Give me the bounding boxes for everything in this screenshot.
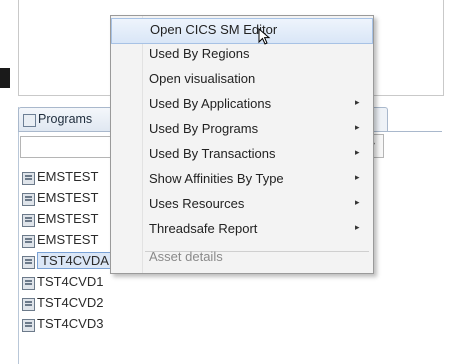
menu-item-used-by-applications[interactable]: Used By Applications ▸ [111, 93, 373, 117]
menu-item-label: Open visualisation [149, 71, 256, 86]
window-edge-marker [0, 68, 10, 88]
list-item-label: TST4CVD3 [37, 316, 104, 331]
menu-item-label: Uses Resources [149, 196, 245, 211]
list-item[interactable]: EMSTEST [22, 189, 122, 209]
menu-item-used-by-transactions[interactable]: Used By Transactions ▸ [111, 143, 373, 167]
menu-item-label: Used By Programs [149, 121, 259, 136]
program-icon [22, 277, 35, 290]
submenu-arrow-icon: ▸ [355, 122, 360, 132]
list-item[interactable]: EMSTEST [22, 168, 122, 188]
program-icon [22, 235, 35, 248]
filter-input[interactable] [20, 136, 122, 158]
menu-item-show-affinities-by-type[interactable]: Show Affinities By Type ▸ [111, 168, 373, 192]
menu-item-label: Used By Regions [149, 46, 250, 61]
list-item[interactable]: TST4CVD2 [22, 294, 122, 314]
list-item-label: TST4CVD1 [37, 274, 104, 289]
list-item[interactable]: TST4CVD1 [22, 273, 122, 293]
program-icon [22, 319, 35, 332]
context-menu: Open CICS SM Editor Used By Regions Open… [110, 15, 374, 274]
program-icon [22, 172, 35, 185]
menu-item-used-by-regions[interactable]: Used By Regions [111, 43, 373, 67]
menu-item-label: Threadsafe Report [149, 221, 258, 236]
list-item[interactable]: EMSTEST [22, 231, 122, 251]
menu-item-label: Used By Applications [149, 96, 272, 111]
menu-item-threadsafe-report[interactable]: Threadsafe Report ▸ [111, 218, 373, 242]
submenu-arrow-icon: ▸ [355, 172, 360, 182]
list-item[interactable]: TST4CVD3 [22, 315, 122, 335]
submenu-arrow-icon: ▸ [355, 197, 360, 207]
program-icon [22, 256, 35, 269]
program-icon [22, 298, 35, 311]
list-item-label: EMSTEST [37, 169, 99, 184]
list-item-label: EMSTEST [37, 190, 99, 205]
list-item-label: EMSTEST [37, 232, 99, 247]
mouse-pointer-icon [258, 28, 271, 45]
menu-item-uses-resources[interactable]: Uses Resources ▸ [111, 193, 373, 217]
list-item-label: TST4CVDA [37, 252, 113, 269]
menu-item-label: Used By Transactions [149, 146, 276, 161]
program-icon [22, 214, 35, 227]
menu-item-label: Asset details [149, 249, 223, 264]
list-item-label: TST4CVD2 [37, 295, 104, 310]
menu-item-open-cics-sm-editor[interactable]: Open CICS SM Editor [111, 18, 373, 44]
submenu-arrow-icon: ▸ [355, 222, 360, 232]
programs-icon [23, 114, 36, 127]
menu-item-asset-details: Asset details [111, 246, 373, 270]
menu-item-used-by-programs[interactable]: Used By Programs ▸ [111, 118, 373, 142]
list-item-label: EMSTEST [37, 211, 99, 226]
list-item[interactable]: EMSTEST [22, 210, 122, 230]
program-icon [22, 193, 35, 206]
tab-programs-label: Programs [38, 112, 93, 126]
menu-item-open-visualisation[interactable]: Open visualisation [111, 68, 373, 92]
menu-item-label: Show Affinities By Type [149, 171, 284, 186]
submenu-arrow-icon: ▸ [355, 147, 360, 157]
list-item-selected[interactable]: TST4CVDA [22, 252, 122, 272]
submenu-arrow-icon: ▸ [355, 97, 360, 107]
